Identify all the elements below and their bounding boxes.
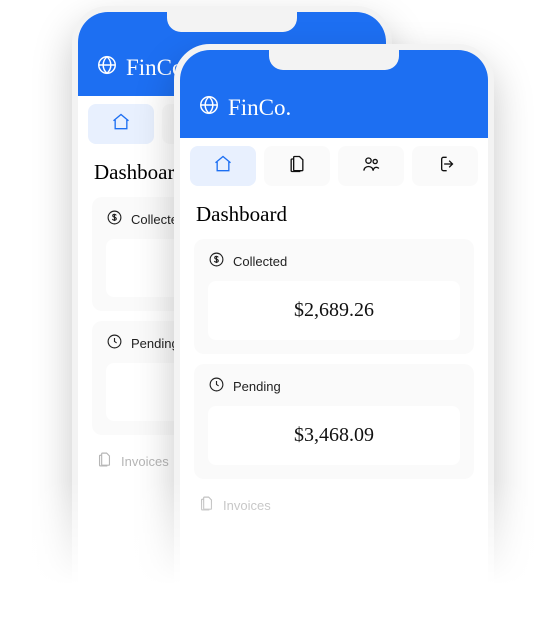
clock-icon <box>208 376 225 396</box>
users-icon <box>361 154 381 179</box>
page-title: Dashboard <box>196 202 472 227</box>
card-pending: Pending $3,468.09 <box>194 364 474 479</box>
invoices-label: Invoices <box>121 454 169 469</box>
home-icon <box>213 154 233 179</box>
invoices-icon <box>96 451 113 471</box>
nav-documents[interactable] <box>264 146 330 186</box>
screen: FinCo. Dashboard <box>180 50 488 620</box>
card-collected: Collected $2,689.26 <box>194 239 474 354</box>
card-pending-label: Pending <box>131 336 179 351</box>
phone-notch <box>167 10 297 32</box>
content: Dashboard Collected $2,689.26 Pending $3… <box>180 196 488 620</box>
navbar <box>180 138 488 196</box>
brand: FinCo. <box>198 94 291 122</box>
card-collected-label: Collected <box>233 254 287 269</box>
brand-name: FinCo. <box>228 95 291 121</box>
nav-home[interactable] <box>190 146 256 186</box>
globe-icon <box>198 94 220 122</box>
clock-icon <box>106 333 123 353</box>
card-collected-value: $2,689.26 <box>208 281 460 340</box>
invoices-row[interactable]: Invoices <box>194 489 474 515</box>
nav-logout[interactable] <box>412 146 478 186</box>
phone-notch <box>269 48 399 70</box>
nav-home[interactable] <box>88 104 154 144</box>
logout-icon <box>435 154 455 179</box>
dollar-icon <box>208 251 225 271</box>
phone-mock-front: FinCo. Dashboard <box>174 44 494 620</box>
card-pending-value: $3,468.09 <box>208 406 460 465</box>
nav-users[interactable] <box>338 146 404 186</box>
card-pending-label: Pending <box>233 379 281 394</box>
invoices-label: Invoices <box>223 498 271 513</box>
documents-icon <box>287 154 307 179</box>
globe-icon <box>96 54 118 82</box>
dollar-icon <box>106 209 123 229</box>
home-icon <box>111 112 131 137</box>
invoices-icon <box>198 495 215 515</box>
